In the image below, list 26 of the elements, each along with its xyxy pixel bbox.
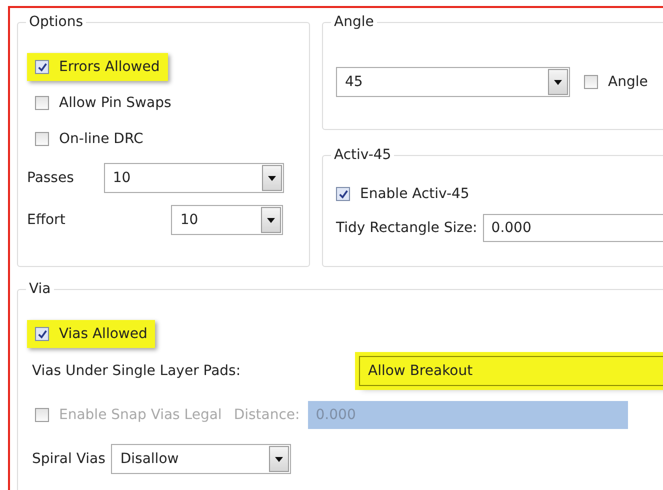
passes-dropdown[interactable]: 10 (104, 163, 284, 193)
group-title: Options (26, 13, 86, 31)
caret-icon (275, 456, 284, 462)
field-label: Effort (27, 211, 66, 230)
caret-icon (267, 218, 276, 222)
input-field[interactable]: 0.000 (483, 214, 663, 242)
effort-dropdown[interactable]: 10 (171, 205, 284, 235)
field-label: Tidy Rectangle Size: (336, 219, 478, 238)
checkbox[interactable]: Allow Pin Swaps (27, 89, 180, 117)
group-title: Angle (331, 13, 377, 31)
checkbox[interactable]: Angle (576, 68, 656, 96)
caret-icon (268, 176, 276, 180)
field-label: Passes (27, 169, 74, 188)
field-label: Distance: (234, 406, 300, 425)
spiral-dropdown[interactable]: Disallow (111, 444, 292, 474)
field-label: Vias Under Single Layer Pads: (31, 362, 242, 381)
checkbox[interactable]: Enable Activ-45 (336, 180, 478, 208)
checkbox[interactable]: Errors Allowed (27, 53, 168, 81)
angle-dropdown[interactable]: 45 (336, 67, 570, 97)
field-label: Spiral Vias (31, 450, 106, 469)
checkmark-icon (36, 328, 48, 340)
caret-icon (554, 80, 562, 84)
checkmark-icon (36, 62, 48, 72)
checkmark-icon (338, 188, 348, 200)
checkbox[interactable]: Vias Allowed (27, 320, 156, 348)
checkbox[interactable]: On-line DRC (27, 125, 152, 153)
